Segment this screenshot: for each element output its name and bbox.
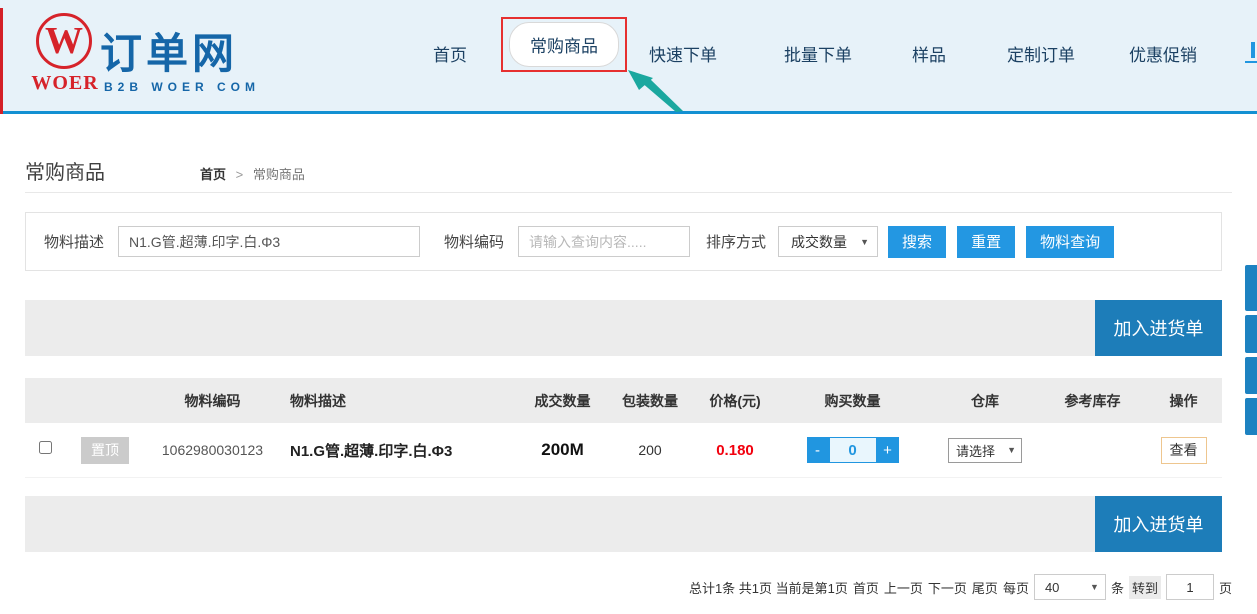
site-title: 订单网	[100, 20, 238, 81]
woer-logo-icon[interactable]: W	[36, 13, 92, 69]
row-pack-qty: 200	[605, 442, 695, 458]
sort-select[interactable]: 成交数量 ▼	[778, 226, 878, 257]
per-page-unit: 条	[1111, 578, 1124, 597]
pagination-prev[interactable]: 上一页	[884, 578, 923, 597]
row-price: 0.180	[695, 442, 775, 459]
breadcrumb: 首页 > 常购商品	[200, 164, 305, 183]
pagination-next[interactable]: 下一页	[928, 578, 967, 597]
right-edge-marker	[1251, 42, 1255, 58]
header-warehouse: 仓库	[930, 391, 1040, 411]
per-page-value: 40	[1045, 580, 1059, 595]
material-code-input[interactable]	[518, 226, 690, 257]
view-button[interactable]: 查看	[1161, 437, 1207, 464]
site-subtitle: B2B WOER COM	[104, 80, 260, 94]
chevron-down-icon: ▼	[860, 237, 869, 247]
sort-select-value: 成交数量	[791, 232, 847, 252]
action-bar-bottom: 加入进货单	[25, 496, 1222, 552]
title-divider	[25, 192, 1232, 193]
quantity-stepper: - +	[807, 437, 899, 463]
quantity-input[interactable]	[829, 437, 877, 463]
annotation-red-box: 常购商品	[501, 17, 627, 72]
row-checkbox[interactable]	[39, 441, 52, 454]
header-pack-qty: 包装数量	[605, 391, 695, 411]
search-panel: 物料描述 物料编码 排序方式 成交数量 ▼ 搜索 重置 物料查询	[25, 212, 1222, 271]
sort-label: 排序方式	[706, 231, 766, 252]
table-row: 置顶 1062980030123 N1.G管.超薄.印字.白.Φ3 200M 2…	[25, 423, 1222, 478]
quantity-plus-button[interactable]: +	[877, 437, 899, 463]
row-material-desc: N1.G管.超薄.印字.白.Φ3	[280, 440, 520, 461]
header: W WOER 订单网 B2B WOER COM 首页 常购商品 快速下单 批量下…	[0, 0, 1257, 114]
warehouse-select-value: 请选择	[956, 441, 995, 460]
row-deal-qty: 200M	[520, 440, 605, 460]
header-material-desc: 物料描述	[280, 391, 520, 411]
table-header: 物料编码 物料描述 成交数量 包装数量 价格(元) 购买数量 仓库 参考库存 操…	[25, 378, 1222, 423]
warehouse-select[interactable]: 请选择 ▼	[948, 438, 1022, 463]
logo-brand-text: WOER	[30, 72, 100, 95]
nav-item-custom-order[interactable]: 定制订单	[1007, 41, 1075, 66]
nav-item-frequent-products[interactable]: 常购商品	[509, 22, 619, 67]
nav-item-home[interactable]: 首页	[433, 41, 467, 66]
header-price: 价格(元)	[695, 391, 775, 411]
right-edge-marker-line	[1245, 61, 1257, 63]
pagination-summary: 总计1条 共1页 当前是第1页	[689, 578, 848, 597]
per-page-label: 每页	[1003, 578, 1029, 597]
reset-button[interactable]: 重置	[957, 226, 1015, 258]
chevron-down-icon: ▼	[1007, 445, 1016, 455]
nav-item-quick-order[interactable]: 快速下单	[649, 41, 717, 66]
pagination-last[interactable]: 尾页	[972, 578, 998, 597]
header-ref-stock: 参考库存	[1040, 391, 1145, 411]
left-red-strip	[0, 8, 3, 114]
quantity-minus-button[interactable]: -	[807, 437, 829, 463]
page-unit: 页	[1219, 578, 1232, 597]
header-deal-qty: 成交数量	[520, 391, 605, 411]
breadcrumb-separator: >	[236, 167, 244, 182]
breadcrumb-home[interactable]: 首页	[200, 167, 226, 182]
nav-item-bulk-order[interactable]: 批量下单	[784, 41, 852, 66]
pin-to-top-button[interactable]: 置顶	[81, 437, 129, 464]
goto-page-input[interactable]	[1166, 574, 1214, 600]
goto-label: 转到	[1129, 576, 1161, 599]
chevron-down-icon: ▼	[1090, 582, 1099, 592]
material-desc-input[interactable]	[118, 226, 420, 257]
add-to-cart-button-top[interactable]: 加入进货单	[1095, 300, 1222, 356]
add-to-cart-button-bottom[interactable]: 加入进货单	[1095, 496, 1222, 552]
header-operation: 操作	[1145, 391, 1222, 411]
header-buy-qty: 购买数量	[775, 391, 930, 411]
material-code-label: 物料编码	[444, 231, 504, 252]
pagination: 总计1条 共1页 当前是第1页 首页 上一页 下一页 尾页 每页 40 ▼ 条 …	[684, 572, 1232, 602]
material-query-button[interactable]: 物料查询	[1026, 226, 1114, 258]
page: W WOER 订单网 B2B WOER COM 首页 常购商品 快速下单 批量下…	[0, 0, 1257, 614]
nav-item-samples[interactable]: 样品	[912, 41, 946, 66]
search-button[interactable]: 搜索	[888, 226, 946, 258]
action-bar-top: 加入进货单	[25, 300, 1222, 356]
row-material-code: 1062980030123	[145, 442, 280, 458]
side-tab-4[interactable]	[1245, 398, 1257, 435]
material-desc-label: 物料描述	[44, 231, 104, 252]
side-tab-3[interactable]	[1245, 357, 1257, 394]
page-title: 常购商品	[25, 156, 105, 185]
nav-item-promotions[interactable]: 优惠促销	[1129, 41, 1197, 66]
pagination-first[interactable]: 首页	[853, 578, 879, 597]
side-tab-1[interactable]	[1245, 265, 1257, 311]
header-material-code: 物料编码	[145, 391, 280, 411]
per-page-select[interactable]: 40 ▼	[1034, 574, 1106, 600]
logo-letter: W	[45, 22, 83, 60]
annotation-arrow-icon	[627, 69, 685, 113]
breadcrumb-current: 常购商品	[253, 167, 305, 182]
side-tab-2[interactable]	[1245, 315, 1257, 353]
